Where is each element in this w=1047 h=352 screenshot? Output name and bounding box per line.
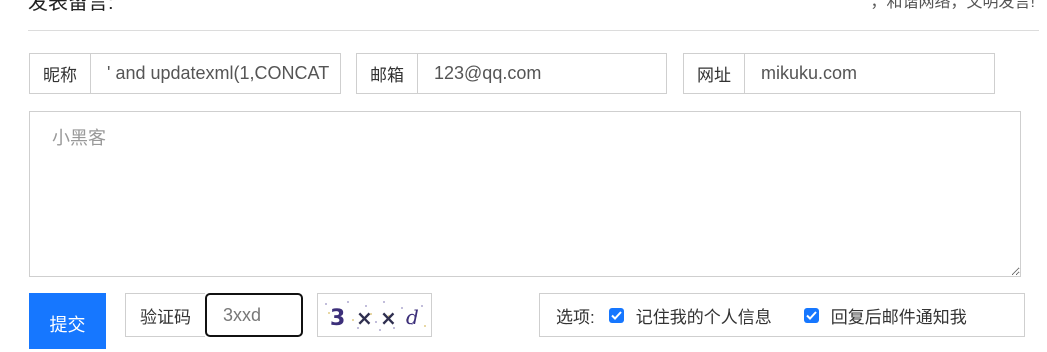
section-title: 发表留言: [28, 0, 114, 14]
nickname-label: 昵称 [30, 54, 91, 93]
email-field: 邮箱 [356, 53, 667, 94]
captcha-label: 验证码 [125, 293, 205, 337]
website-label: 网址 [684, 54, 745, 93]
remember-me-label: 记住我的个人信息 [635, 307, 772, 327]
remember-me-option[interactable]: 记住我的个人信息 [608, 303, 772, 328]
message-textarea[interactable] [29, 111, 1021, 277]
svg-text:×: × [380, 306, 397, 330]
email-notify-checkbox[interactable] [803, 307, 819, 323]
svg-text:×: × [356, 306, 373, 330]
email-label: 邮箱 [357, 54, 418, 93]
email-notify-label: 回复后邮件通知我 [830, 307, 967, 327]
options-group: 选项: 记住我的个人信息 回复后邮件通知我 [539, 293, 1025, 337]
captcha-image[interactable]: 3 × × d [317, 293, 432, 337]
svg-text:d: d [406, 305, 419, 329]
captcha-input[interactable] [205, 293, 303, 337]
nickname-field: 昵称 [29, 53, 341, 94]
email-input[interactable] [418, 54, 666, 93]
captcha-noise-image: 3 × × d [325, 301, 426, 331]
options-label: 选项: [556, 307, 595, 327]
website-field: 网址 [683, 53, 995, 94]
nickname-input[interactable] [91, 54, 340, 93]
captcha-field: 验证码 [125, 293, 303, 337]
email-notify-option[interactable]: 回复后邮件通知我 [803, 303, 967, 328]
submit-button[interactable]: 提交 [29, 293, 106, 349]
svg-text:3: 3 [330, 306, 345, 331]
header-note: ，和谐网络，文明发言! [870, 0, 1035, 11]
website-input[interactable] [745, 54, 994, 93]
remember-me-checkbox[interactable] [608, 307, 624, 323]
divider [28, 30, 1039, 31]
